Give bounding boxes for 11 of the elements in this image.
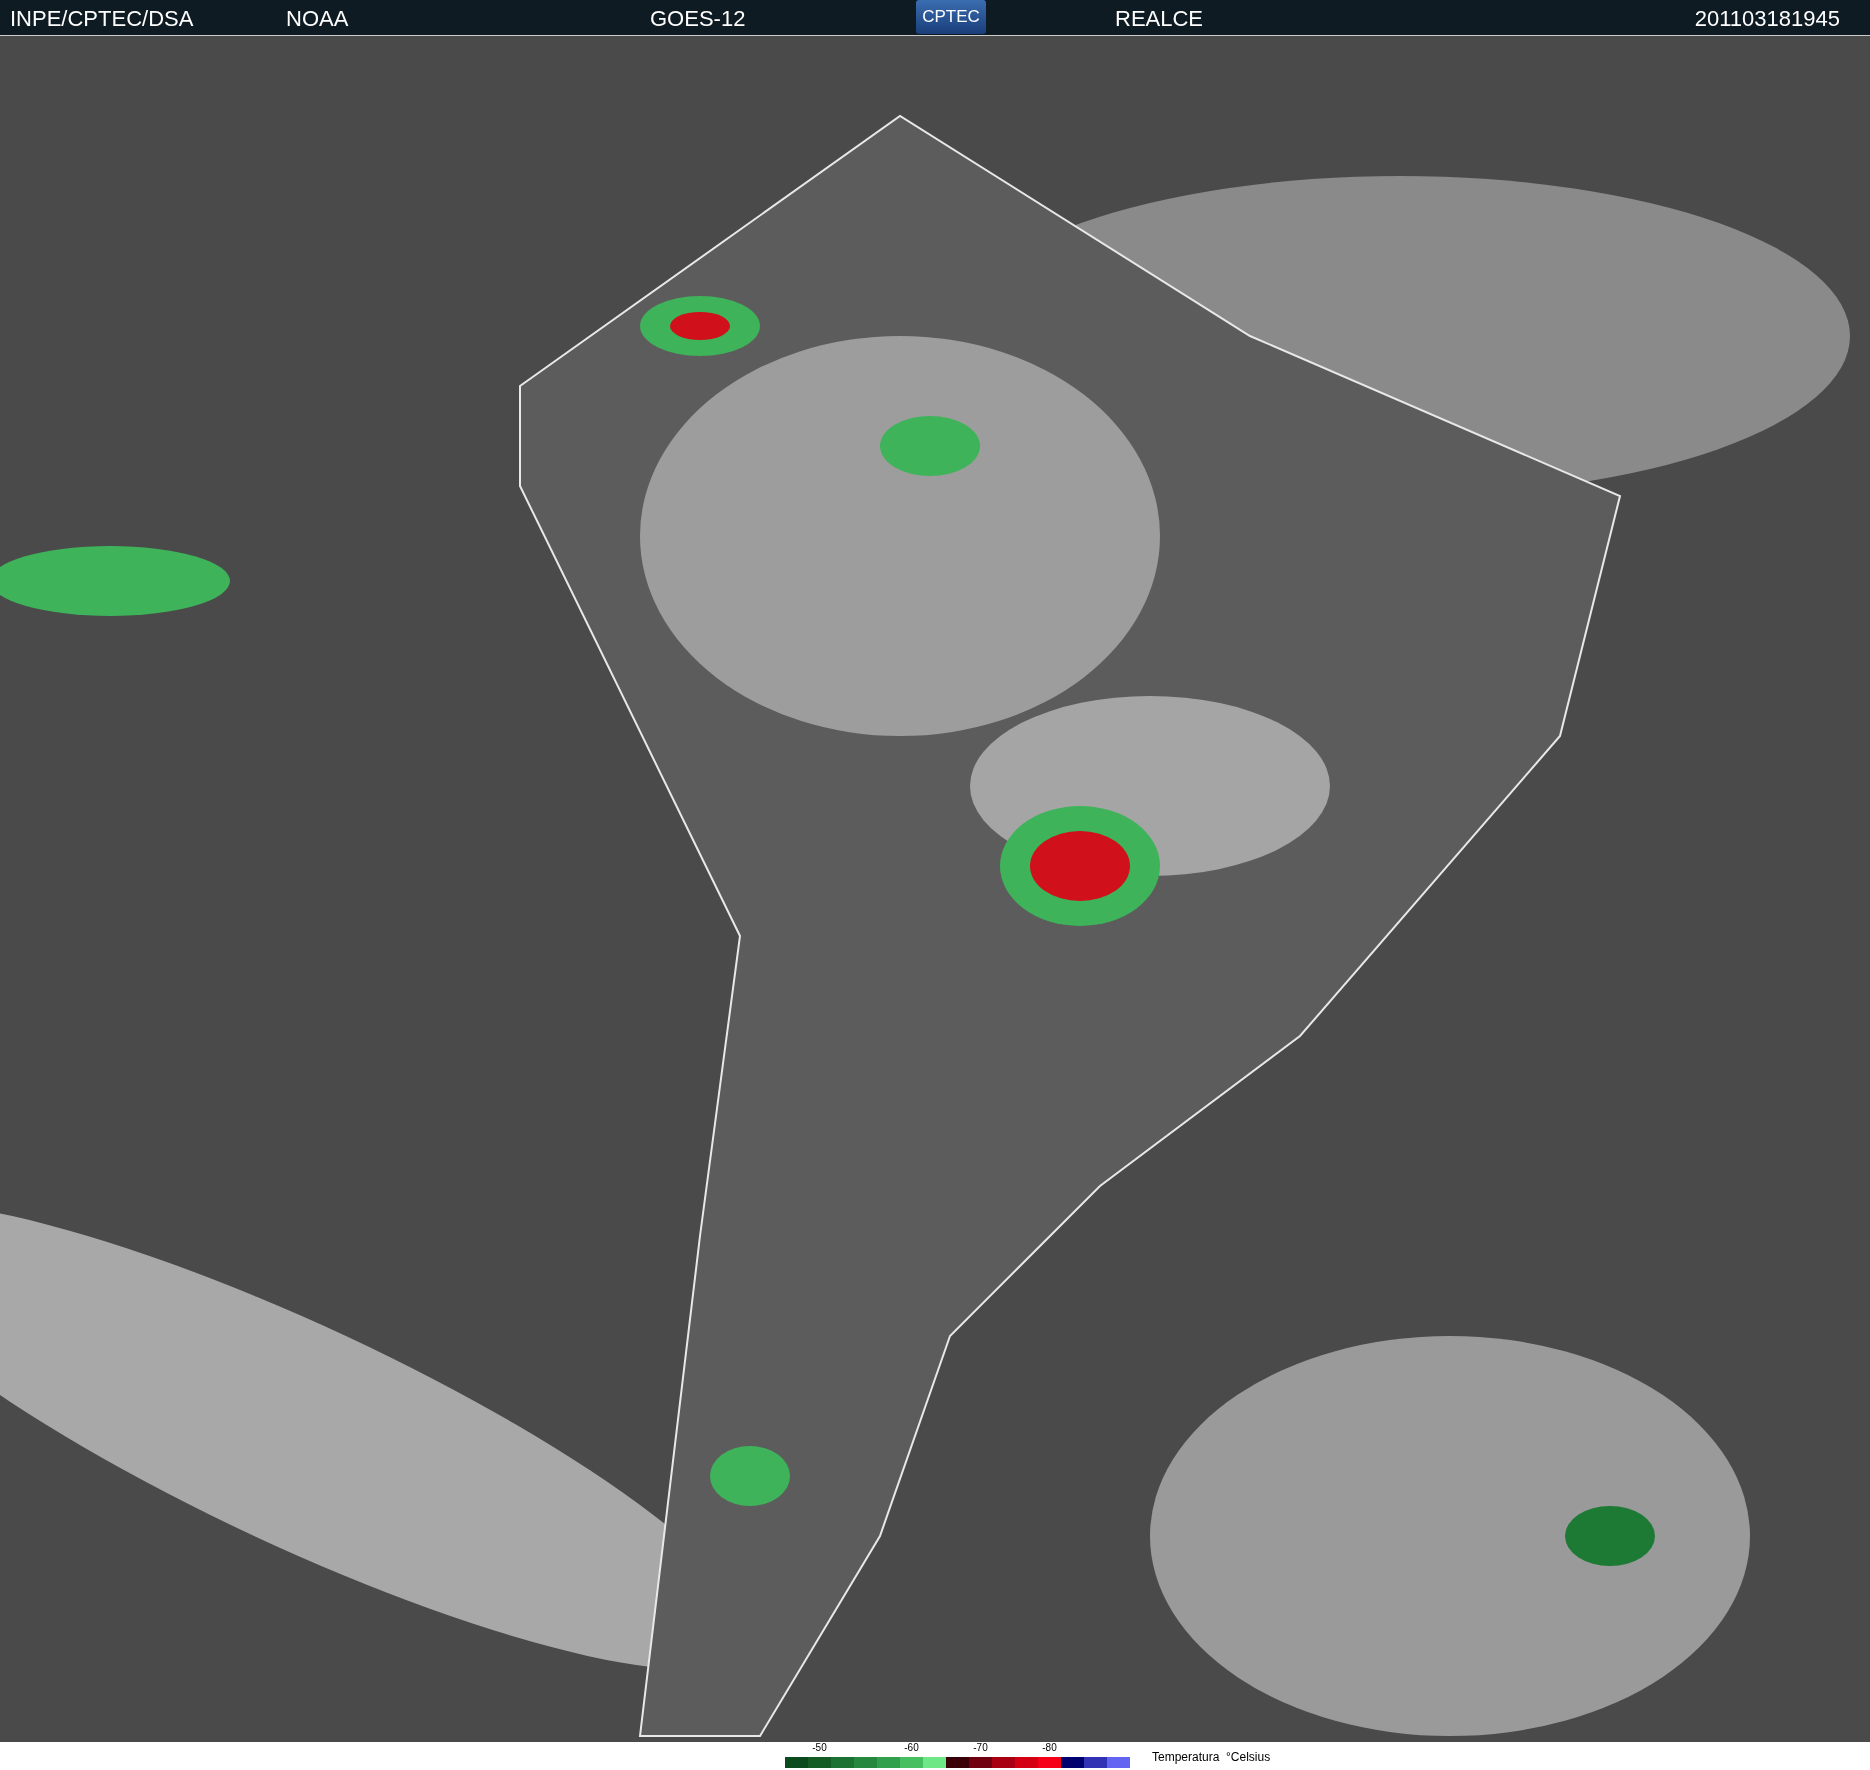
satellite-label: GOES-12: [650, 6, 746, 32]
scale-tick-label: -80: [1042, 1742, 1057, 1753]
product-label: REALCE: [1115, 6, 1204, 32]
logo: CPTEC: [916, 0, 986, 34]
timestamp-label: 201103181945: [1694, 6, 1840, 32]
scale-tick-label: -50: [812, 1742, 827, 1753]
agency-label: NOAA: [286, 6, 349, 32]
source-label: INPE/CPTEC/DSA: [10, 6, 194, 32]
legend-title: Temperatura °Celsius: [1152, 1750, 1271, 1766]
scale-tick-label: -60: [904, 1742, 919, 1753]
scale-tick-label: -70: [973, 1742, 988, 1753]
